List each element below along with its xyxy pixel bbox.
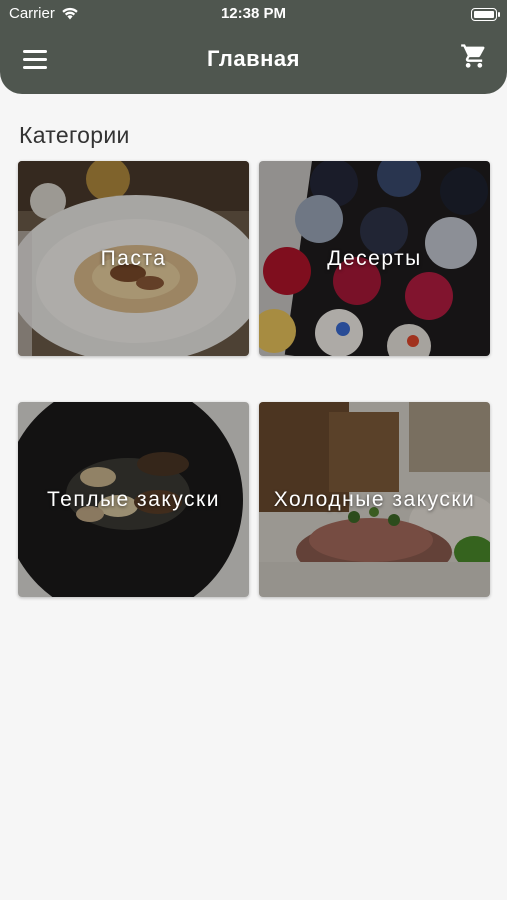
shopping-cart-icon bbox=[461, 44, 485, 68]
category-label: Паста bbox=[100, 246, 167, 270]
category-card-desserts[interactable]: Десерты bbox=[259, 161, 490, 356]
cart-button[interactable] bbox=[459, 42, 489, 70]
battery-icon bbox=[471, 8, 500, 21]
status-bar: Carrier 12:38 PM bbox=[0, 0, 507, 28]
category-card-pasta[interactable]: Паста bbox=[18, 161, 249, 356]
page-title: Главная bbox=[207, 46, 300, 71]
category-card-warm-appetizers[interactable]: Теплые закуски bbox=[18, 402, 249, 597]
app-header: Carrier 12:38 PM Главная bbox=[0, 0, 507, 94]
category-label: Десерты bbox=[327, 246, 422, 270]
category-label: Теплые закуски bbox=[47, 487, 220, 511]
status-time: 12:38 PM bbox=[220, 5, 287, 22]
category-card-cold-appetizers[interactable]: Холодные закуски bbox=[259, 402, 490, 597]
categories-heading: Категории bbox=[19, 122, 130, 148]
category-label: Холодные закуски bbox=[273, 487, 476, 511]
